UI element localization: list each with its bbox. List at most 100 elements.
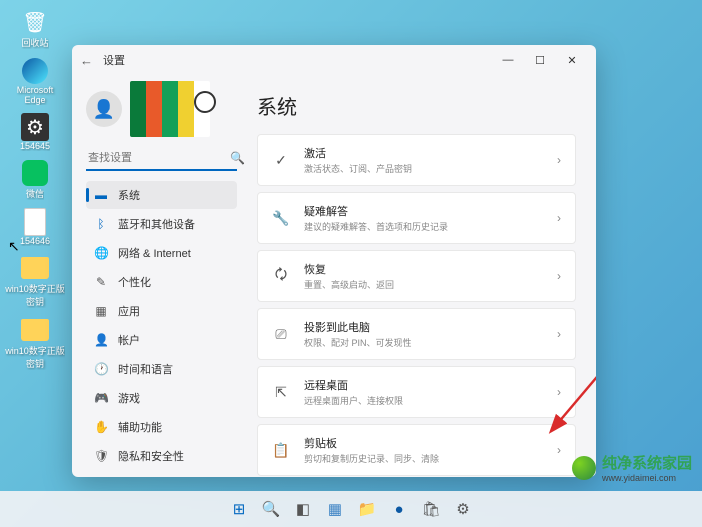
card-subtitle: 剪切和复制历史记录、同步、清除 — [304, 452, 543, 465]
taskbar-start[interactable]: ⊞ — [225, 495, 253, 523]
settings-card-2[interactable]: 🗘恢复重置、高级启动、返回› — [257, 250, 576, 302]
recycle-bin-icon: 🗑 — [21, 8, 49, 36]
sidebar-item-8[interactable]: ✋ 辅助功能 — [86, 413, 237, 441]
card-icon: ✓ — [272, 152, 290, 169]
folder-icon — [21, 254, 49, 282]
nav-icon: 👤 — [94, 333, 108, 347]
desktop-label: win10数字正版密钥 — [5, 282, 65, 308]
window-title: 设置 — [103, 52, 125, 68]
nav-label: 隐私和安全性 — [118, 448, 184, 464]
card-icon: ⎚ — [272, 326, 290, 343]
card-title: 投影到此电脑 — [304, 319, 543, 335]
nav-icon: 🕐 — [94, 362, 108, 376]
sidebar-item-3[interactable]: ✎ 个性化 — [86, 268, 237, 296]
nav-icon: ▬ — [94, 188, 108, 202]
taskbar-search[interactable]: 🔍 — [257, 495, 285, 523]
main-content: 系统 ✓激活激活状态、订阅、产品密钥›🔧疑难解答建议的疑难解答、首选项和历史记录… — [247, 75, 596, 477]
card-title: 剪贴板 — [304, 435, 543, 451]
card-subtitle: 权限、配对 PIN、可发现性 — [304, 336, 543, 349]
back-button[interactable]: ← — [80, 53, 93, 68]
watermark-url: www.yidaimei.com — [602, 473, 692, 483]
nav-icon: ✎ — [94, 275, 108, 289]
desktop-icon-folder-2[interactable]: win10数字正版密钥 — [0, 316, 70, 370]
desktop-label: win10数字正版密钥 — [5, 344, 65, 370]
watermark-logo-icon — [572, 456, 596, 480]
card-icon: 🗘 — [272, 264, 290, 288]
sidebar-item-4[interactable]: ▦ 应用 — [86, 297, 237, 325]
nav-label: 帐户 — [118, 332, 140, 348]
gear-icon: ⚙ — [21, 113, 49, 141]
desktop-icon-wechat[interactable]: 微信 — [0, 159, 70, 200]
card-subtitle: 激活状态、订阅、产品密钥 — [304, 162, 543, 175]
desktop-icon-edge[interactable]: Microsoft Edge — [0, 57, 70, 105]
chevron-right-icon: › — [557, 211, 561, 225]
avatar-icon: 👤 — [86, 91, 122, 127]
maximize-button[interactable]: ☐ — [524, 49, 556, 71]
desktop-icon-folder-1[interactable]: win10数字正版密钥 — [0, 254, 70, 308]
wechat-icon — [21, 159, 49, 187]
nav-label: 系统 — [118, 187, 140, 203]
sidebar-item-1[interactable]: ᛒ蓝牙和其他设备 — [86, 210, 237, 238]
sidebar-item-7[interactable]: 🎮游戏 — [86, 384, 237, 412]
nav-label: 应用 — [118, 303, 140, 319]
taskbar: ⊞🔍◧▦📁●🛍⚙ — [0, 491, 702, 527]
taskbar-widgets[interactable]: ▦ — [321, 495, 349, 523]
user-books-image — [130, 81, 210, 137]
card-icon: 📋 — [272, 442, 290, 459]
page-heading: 系统 — [257, 91, 576, 120]
nav-icon: 🌐 — [94, 246, 108, 260]
search-box[interactable]: 🔍 — [86, 147, 237, 171]
chevron-right-icon: › — [557, 327, 561, 341]
search-icon[interactable]: 🔍 — [230, 151, 245, 165]
card-title: 恢复 — [304, 261, 543, 277]
desktop-label: 微信 — [26, 187, 44, 200]
desktop-label: 154646 — [20, 236, 50, 246]
nav-label: 辅助功能 — [118, 419, 162, 435]
settings-card-0[interactable]: ✓激活激活状态、订阅、产品密钥› — [257, 134, 576, 186]
nav-label: 个性化 — [118, 274, 151, 290]
taskbar-edge-tb[interactable]: ● — [385, 495, 413, 523]
taskbar-settings-tb[interactable]: ⚙ — [449, 495, 477, 523]
nav-icon: ✋ — [94, 420, 108, 434]
sidebar-item-9[interactable]: 🛡隐私和安全性 — [86, 442, 237, 470]
settings-card-4[interactable]: ⇱远程桌面远程桌面用户、连接权限› — [257, 366, 576, 418]
settings-card-5[interactable]: 📋 剪贴板剪切和复制历史记录、同步、清除 › — [257, 424, 576, 476]
taskbar-store[interactable]: 🛍 — [417, 495, 445, 523]
desktop-label: 回收站 — [21, 36, 48, 49]
search-input[interactable] — [88, 152, 230, 164]
close-button[interactable]: ✕ — [556, 49, 588, 71]
sidebar-item-10[interactable]: ⟳Windows 更新 — [86, 471, 237, 477]
card-title: 激活 — [304, 145, 543, 161]
watermark-text: 纯净系统家园 — [602, 455, 692, 472]
desktop-icon-text[interactable]: 154646 — [0, 208, 70, 246]
edge-icon — [21, 57, 49, 85]
settings-window: ← 设置 — ☐ ✕ 👤 🔍 ▬ 系统 ᛒ蓝牙和其他设备 🌐 网络 & Internet… — [72, 45, 596, 477]
minimize-button[interactable]: — — [492, 49, 524, 71]
titlebar[interactable]: ← 设置 — ☐ ✕ — [72, 45, 596, 75]
chevron-right-icon: › — [557, 385, 561, 399]
nav-label: 网络 & Internet — [118, 245, 191, 261]
settings-card-3[interactable]: ⎚ 投影到此电脑权限、配对 PIN、可发现性 › — [257, 308, 576, 360]
settings-card-1[interactable]: 🔧疑难解答建议的疑难解答、首选项和历史记录› — [257, 192, 576, 244]
card-icon: 🔧 — [272, 210, 290, 227]
chevron-right-icon: › — [557, 269, 561, 283]
sidebar-item-2[interactable]: 🌐 网络 & Internet — [86, 239, 237, 267]
chevron-right-icon: › — [557, 443, 561, 457]
nav-icon: ▦ — [94, 304, 108, 318]
text-file-icon — [21, 208, 49, 236]
sidebar-item-5[interactable]: 👤 帐户 — [86, 326, 237, 354]
taskbar-explorer[interactable]: 📁 — [353, 495, 381, 523]
desktop-icon-recycle-bin[interactable]: 🗑 回收站 — [0, 8, 70, 49]
nav-label: 游戏 — [118, 390, 140, 406]
watermark: 纯净系统家园 www.yidaimei.com — [572, 452, 692, 483]
desktop-icon-file-1[interactable]: ⚙ 154645 — [0, 113, 70, 151]
sidebar-item-6[interactable]: 🕐时间和语言 — [86, 355, 237, 383]
desktop: 🗑 回收站 Microsoft Edge ⚙ 154645 微信 154646 … — [0, 0, 70, 527]
card-subtitle: 建议的疑难解答、首选项和历史记录 — [304, 220, 543, 233]
card-title: 远程桌面 — [304, 377, 543, 393]
taskbar-taskview[interactable]: ◧ — [289, 495, 317, 523]
sidebar-item-0[interactable]: ▬ 系统 — [86, 181, 237, 209]
nav-label: 蓝牙和其他设备 — [118, 216, 195, 232]
user-section[interactable]: 👤 — [86, 81, 237, 137]
card-subtitle: 远程桌面用户、连接权限 — [304, 394, 543, 407]
